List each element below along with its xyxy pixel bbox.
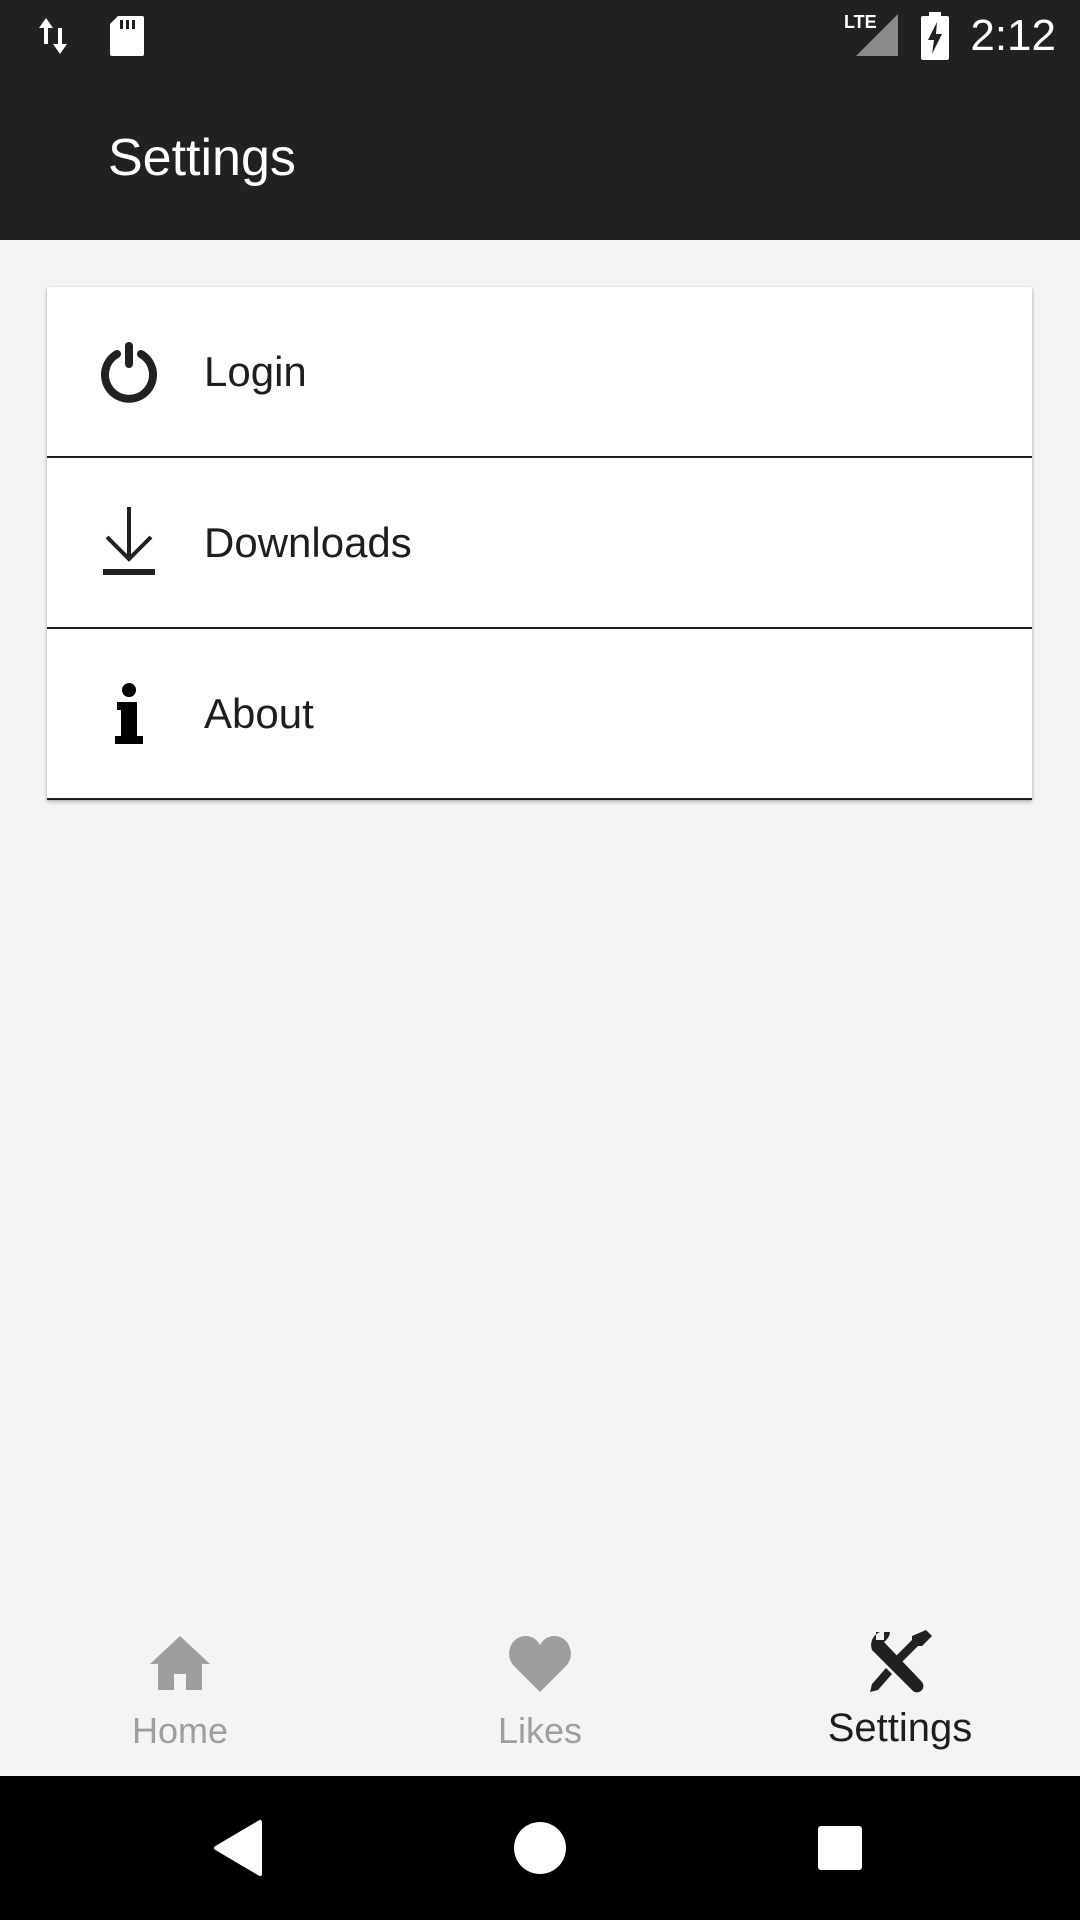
- tab-label: Settings: [827, 1706, 973, 1750]
- bottom-navigation: Home Likes Settings: [0, 1600, 1080, 1776]
- home-circle-icon[interactable]: [508, 1816, 572, 1880]
- tools-icon: [866, 1628, 934, 1696]
- tab-label: Home: [131, 1710, 229, 1751]
- menu-item-label: Downloads: [204, 518, 412, 566]
- page-title: Settings: [108, 129, 296, 187]
- status-time: 2:12: [970, 11, 1056, 60]
- menu-item-downloads[interactable]: Downloads: [47, 458, 1032, 629]
- signal-icon: LTE: [844, 12, 900, 63]
- home-icon: [146, 1630, 214, 1698]
- settings-menu-card: Login Downloads About: [47, 287, 1032, 800]
- data-transfer-icon: [36, 14, 72, 63]
- back-icon[interactable]: [208, 1816, 272, 1880]
- menu-item-label: About: [204, 689, 314, 737]
- menu-item-about[interactable]: About: [47, 629, 1032, 800]
- menu-item-login[interactable]: Login: [47, 287, 1032, 458]
- heart-icon: [506, 1630, 574, 1698]
- system-navigation-bar: [0, 1776, 1080, 1920]
- download-icon: [97, 506, 161, 575]
- tab-label: Likes: [497, 1710, 583, 1751]
- power-icon: [97, 340, 161, 404]
- status-bar: LTE 2:12: [0, 0, 1080, 72]
- tab-home[interactable]: Home: [0, 1600, 360, 1776]
- network-label: LTE: [844, 12, 877, 32]
- app-bar: Settings: [0, 72, 1080, 240]
- battery-charging-icon: [920, 12, 950, 65]
- recents-icon[interactable]: [808, 1816, 872, 1880]
- info-icon: [97, 682, 161, 746]
- tab-likes[interactable]: Likes: [360, 1600, 720, 1776]
- menu-item-label: Login: [204, 347, 307, 395]
- tab-settings[interactable]: Settings: [720, 1600, 1080, 1776]
- settings-screen: LTE 2:12 Settings Login Downloads About …: [0, 0, 1080, 1920]
- sd-card-icon: [106, 14, 146, 63]
